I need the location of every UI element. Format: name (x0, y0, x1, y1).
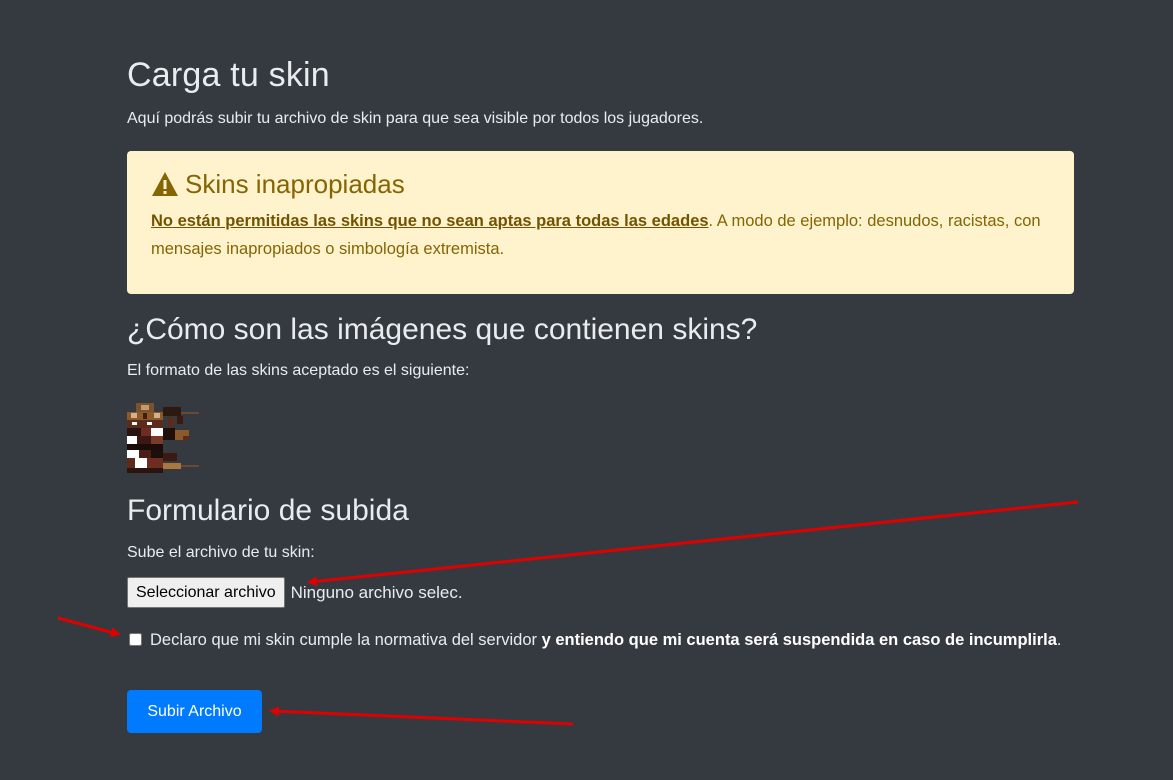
warning-alert: Skins inapropiadas No están permitidas l… (127, 151, 1074, 294)
page-title: Carga tu skin (127, 56, 330, 94)
file-label: Sube el archivo de tu skin: (127, 544, 315, 561)
file-input[interactable]: Seleccionar archivo Ninguno archivo sele… (127, 577, 463, 608)
terms-checkbox-row[interactable]: Declaro que mi skin cumple la normativa … (127, 627, 1074, 654)
alert-heading: Skins inapropiadas (151, 167, 1050, 201)
alert-bold-text: No están permitidas las skins que no sea… (151, 212, 709, 230)
terms-checkbox[interactable] (129, 633, 142, 646)
terms-end: . (1056, 631, 1062, 649)
arrow-to-file-button (307, 500, 1079, 587)
alert-heading-text: Skins inapropiadas (185, 168, 405, 199)
format-section-heading: ¿Cómo son las imágenes que contienen ski… (127, 313, 758, 346)
format-section-text: El formato de las skins aceptado es el s… (127, 362, 470, 379)
upload-form-heading: Formulario de subida (127, 494, 409, 527)
terms-bold-text: y entiendo que mi cuenta será suspendida… (541, 631, 1057, 649)
submit-file-button[interactable]: Subir Archivo (127, 690, 262, 733)
warning-icon (151, 171, 179, 197)
select-file-button[interactable]: Seleccionar archivo (127, 577, 285, 608)
page: Carga tu skin Aquí podrás subir tu archi… (0, 0, 1173, 780)
skin-format-image (127, 403, 199, 473)
terms-text: Declaro que mi skin cumple la normativa … (150, 631, 542, 649)
arrow-to-submit-button (269, 706, 574, 726)
terms-checkbox-label[interactable]: Declaro que mi skin cumple la normativa … (150, 627, 1061, 654)
file-status: Ninguno archivo selec. (290, 582, 463, 602)
alert-body: No están permitidas las skins que no sea… (151, 207, 1050, 263)
page-subtitle: Aquí podrás subir tu archivo de skin par… (127, 110, 704, 127)
arrow-to-checkbox (57, 616, 121, 638)
